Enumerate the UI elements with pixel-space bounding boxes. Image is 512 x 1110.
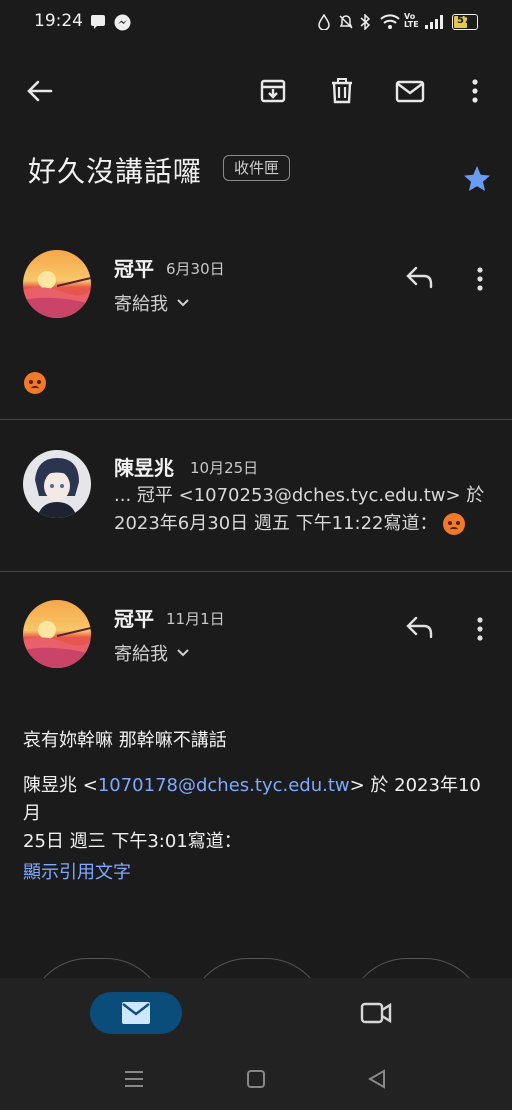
star-icon bbox=[464, 166, 490, 191]
sender-avatar[interactable] bbox=[23, 250, 91, 318]
show-quoted-text-link[interactable]: 顯示引用文字 bbox=[23, 858, 131, 884]
recipient-label: 寄給我 bbox=[114, 644, 168, 665]
signal-icon bbox=[425, 15, 443, 29]
sender-name: 冠平 bbox=[114, 607, 154, 631]
recipient-label: 寄給我 bbox=[114, 294, 168, 315]
nav-mail-tab[interactable] bbox=[90, 992, 182, 1034]
sender-avatar[interactable] bbox=[23, 450, 91, 518]
message-date: 10月25日 bbox=[190, 459, 259, 477]
more-vert-icon bbox=[477, 617, 483, 641]
battery-icon: 57 bbox=[452, 14, 478, 30]
angry-emoji bbox=[24, 372, 46, 394]
more-button[interactable] bbox=[458, 74, 492, 108]
nav-meet-tab[interactable] bbox=[360, 1000, 392, 1030]
drop-icon bbox=[318, 14, 330, 30]
message-body: 哀有妳幹嘛 那幹嘛不講話 bbox=[23, 730, 227, 751]
recipient-toggle[interactable]: 寄給我 bbox=[114, 640, 190, 666]
mail-icon bbox=[395, 80, 425, 103]
star-button[interactable] bbox=[462, 164, 492, 198]
snippet-line: 2023年6月30日 週五 下午11:22寫道： bbox=[114, 510, 484, 538]
snippet-line: ... 冠平 <1070253@dches.tyc.edu.tw> 於 bbox=[114, 485, 485, 506]
mute-bell-icon bbox=[339, 15, 353, 29]
trash-icon bbox=[332, 78, 352, 104]
subject-title: 好久沒講話囉 bbox=[28, 155, 203, 188]
reply-button[interactable] bbox=[404, 614, 434, 644]
message-more-button[interactable] bbox=[476, 616, 484, 646]
chevron-down-icon bbox=[177, 299, 189, 307]
mail-icon bbox=[122, 1002, 150, 1024]
video-camera-icon bbox=[360, 1002, 392, 1024]
message-date: 11月1日 bbox=[166, 610, 225, 628]
message-date: 6月30日 bbox=[166, 260, 225, 278]
chat-icon bbox=[91, 15, 105, 29]
mark-unread-button[interactable] bbox=[393, 74, 427, 108]
archive-button[interactable] bbox=[256, 74, 290, 108]
reply-icon bbox=[406, 616, 433, 639]
system-back-button[interactable] bbox=[367, 1069, 386, 1093]
status-time: 19:24 bbox=[34, 11, 83, 31]
sender-name: 冠平 bbox=[114, 257, 154, 281]
wifi-icon bbox=[380, 14, 400, 29]
bluetooth-icon bbox=[360, 14, 371, 30]
delete-button[interactable] bbox=[325, 74, 359, 108]
anime-avatar-image bbox=[23, 450, 91, 518]
more-vert-icon bbox=[472, 79, 478, 103]
triangle-back-icon bbox=[367, 1069, 385, 1089]
menu-lines-icon bbox=[125, 1071, 143, 1087]
quote-line2: 25日 週三 下午3:01寫道： bbox=[23, 831, 242, 852]
quote-name: 陳昱兆 < bbox=[23, 775, 98, 796]
reply-icon bbox=[406, 266, 433, 289]
sunset-avatar-image bbox=[23, 600, 91, 668]
recipient-toggle[interactable]: 寄給我 bbox=[114, 290, 190, 316]
sender-avatar[interactable] bbox=[23, 600, 91, 668]
message-snippet[interactable]: ... 冠平 <1070253@dches.tyc.edu.tw> 於 2023… bbox=[114, 482, 484, 538]
quote-email-link[interactable]: 1070178@dches.tyc.edu.tw bbox=[98, 775, 350, 796]
messenger-icon bbox=[114, 14, 131, 31]
sunset-avatar-image bbox=[23, 250, 91, 318]
archive-icon bbox=[260, 79, 286, 103]
sender-name: 陳昱兆 bbox=[114, 456, 174, 480]
chevron-down-icon bbox=[177, 649, 189, 657]
back-button[interactable] bbox=[22, 74, 56, 108]
status-bar: 19:24 Vo LTE 57 bbox=[0, 0, 512, 44]
angry-emoji bbox=[443, 513, 466, 535]
system-home-button[interactable] bbox=[247, 1070, 265, 1092]
divider bbox=[0, 571, 512, 572]
more-vert-icon bbox=[477, 267, 483, 291]
square-icon bbox=[247, 1070, 265, 1088]
message-more-button[interactable] bbox=[476, 266, 484, 296]
quote-header: 陳昱兆 <1070178@dches.tyc.edu.tw> 於 2023年10… bbox=[23, 772, 493, 856]
battery-level: 57 bbox=[457, 15, 471, 26]
inbox-label[interactable]: 收件匣 bbox=[223, 155, 291, 181]
arrow-left-icon bbox=[27, 80, 53, 102]
reply-button[interactable] bbox=[404, 264, 434, 294]
volte-icon: Vo LTE bbox=[404, 12, 419, 29]
system-recents-button[interactable] bbox=[124, 1070, 144, 1092]
divider bbox=[0, 419, 512, 420]
